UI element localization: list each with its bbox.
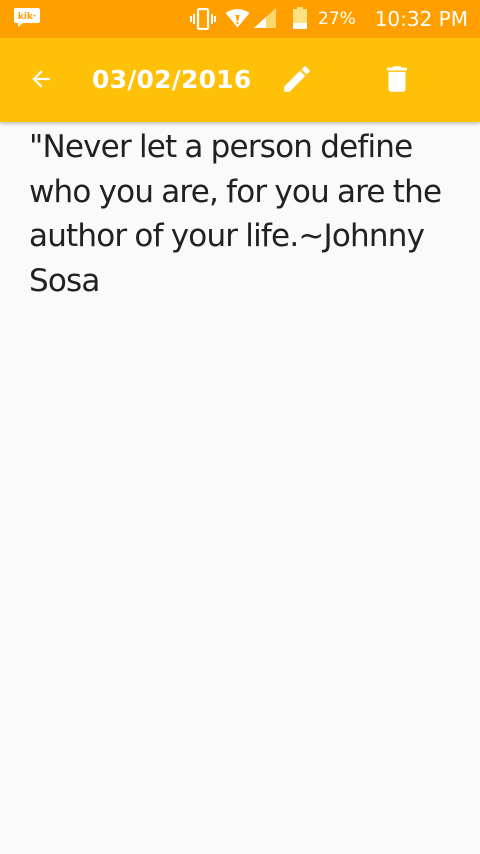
status-bar: kik· 27% 10:32 PM [0,0,480,38]
edit-button[interactable] [274,58,320,104]
back-button[interactable] [18,58,64,104]
kik-logo: kik· [14,8,40,27]
app-bar: 03/02/2016 [0,38,480,122]
note-body[interactable]: "Never let a person define who you are, … [29,125,459,303]
note-line: who you are, for you are the [29,173,442,210]
vibrate-icon [190,7,216,31]
svg-text:kik·: kik· [18,12,36,22]
delete-button[interactable] [374,58,420,104]
battery-percent: 27% [318,9,356,29]
note-line: Sosa [29,262,100,299]
note-line: "Never let a person define [29,129,413,165]
trash-icon [380,62,414,100]
clock: 10:32 PM [374,7,468,31]
battery-icon [293,7,307,29]
signal-icon [253,8,277,28]
note-title: 03/02/2016 [92,65,252,94]
note-line: author of your life.~Johnny [29,218,425,254]
wifi-icon [225,8,250,28]
back-arrow-icon [28,66,54,96]
pencil-icon [280,62,314,100]
